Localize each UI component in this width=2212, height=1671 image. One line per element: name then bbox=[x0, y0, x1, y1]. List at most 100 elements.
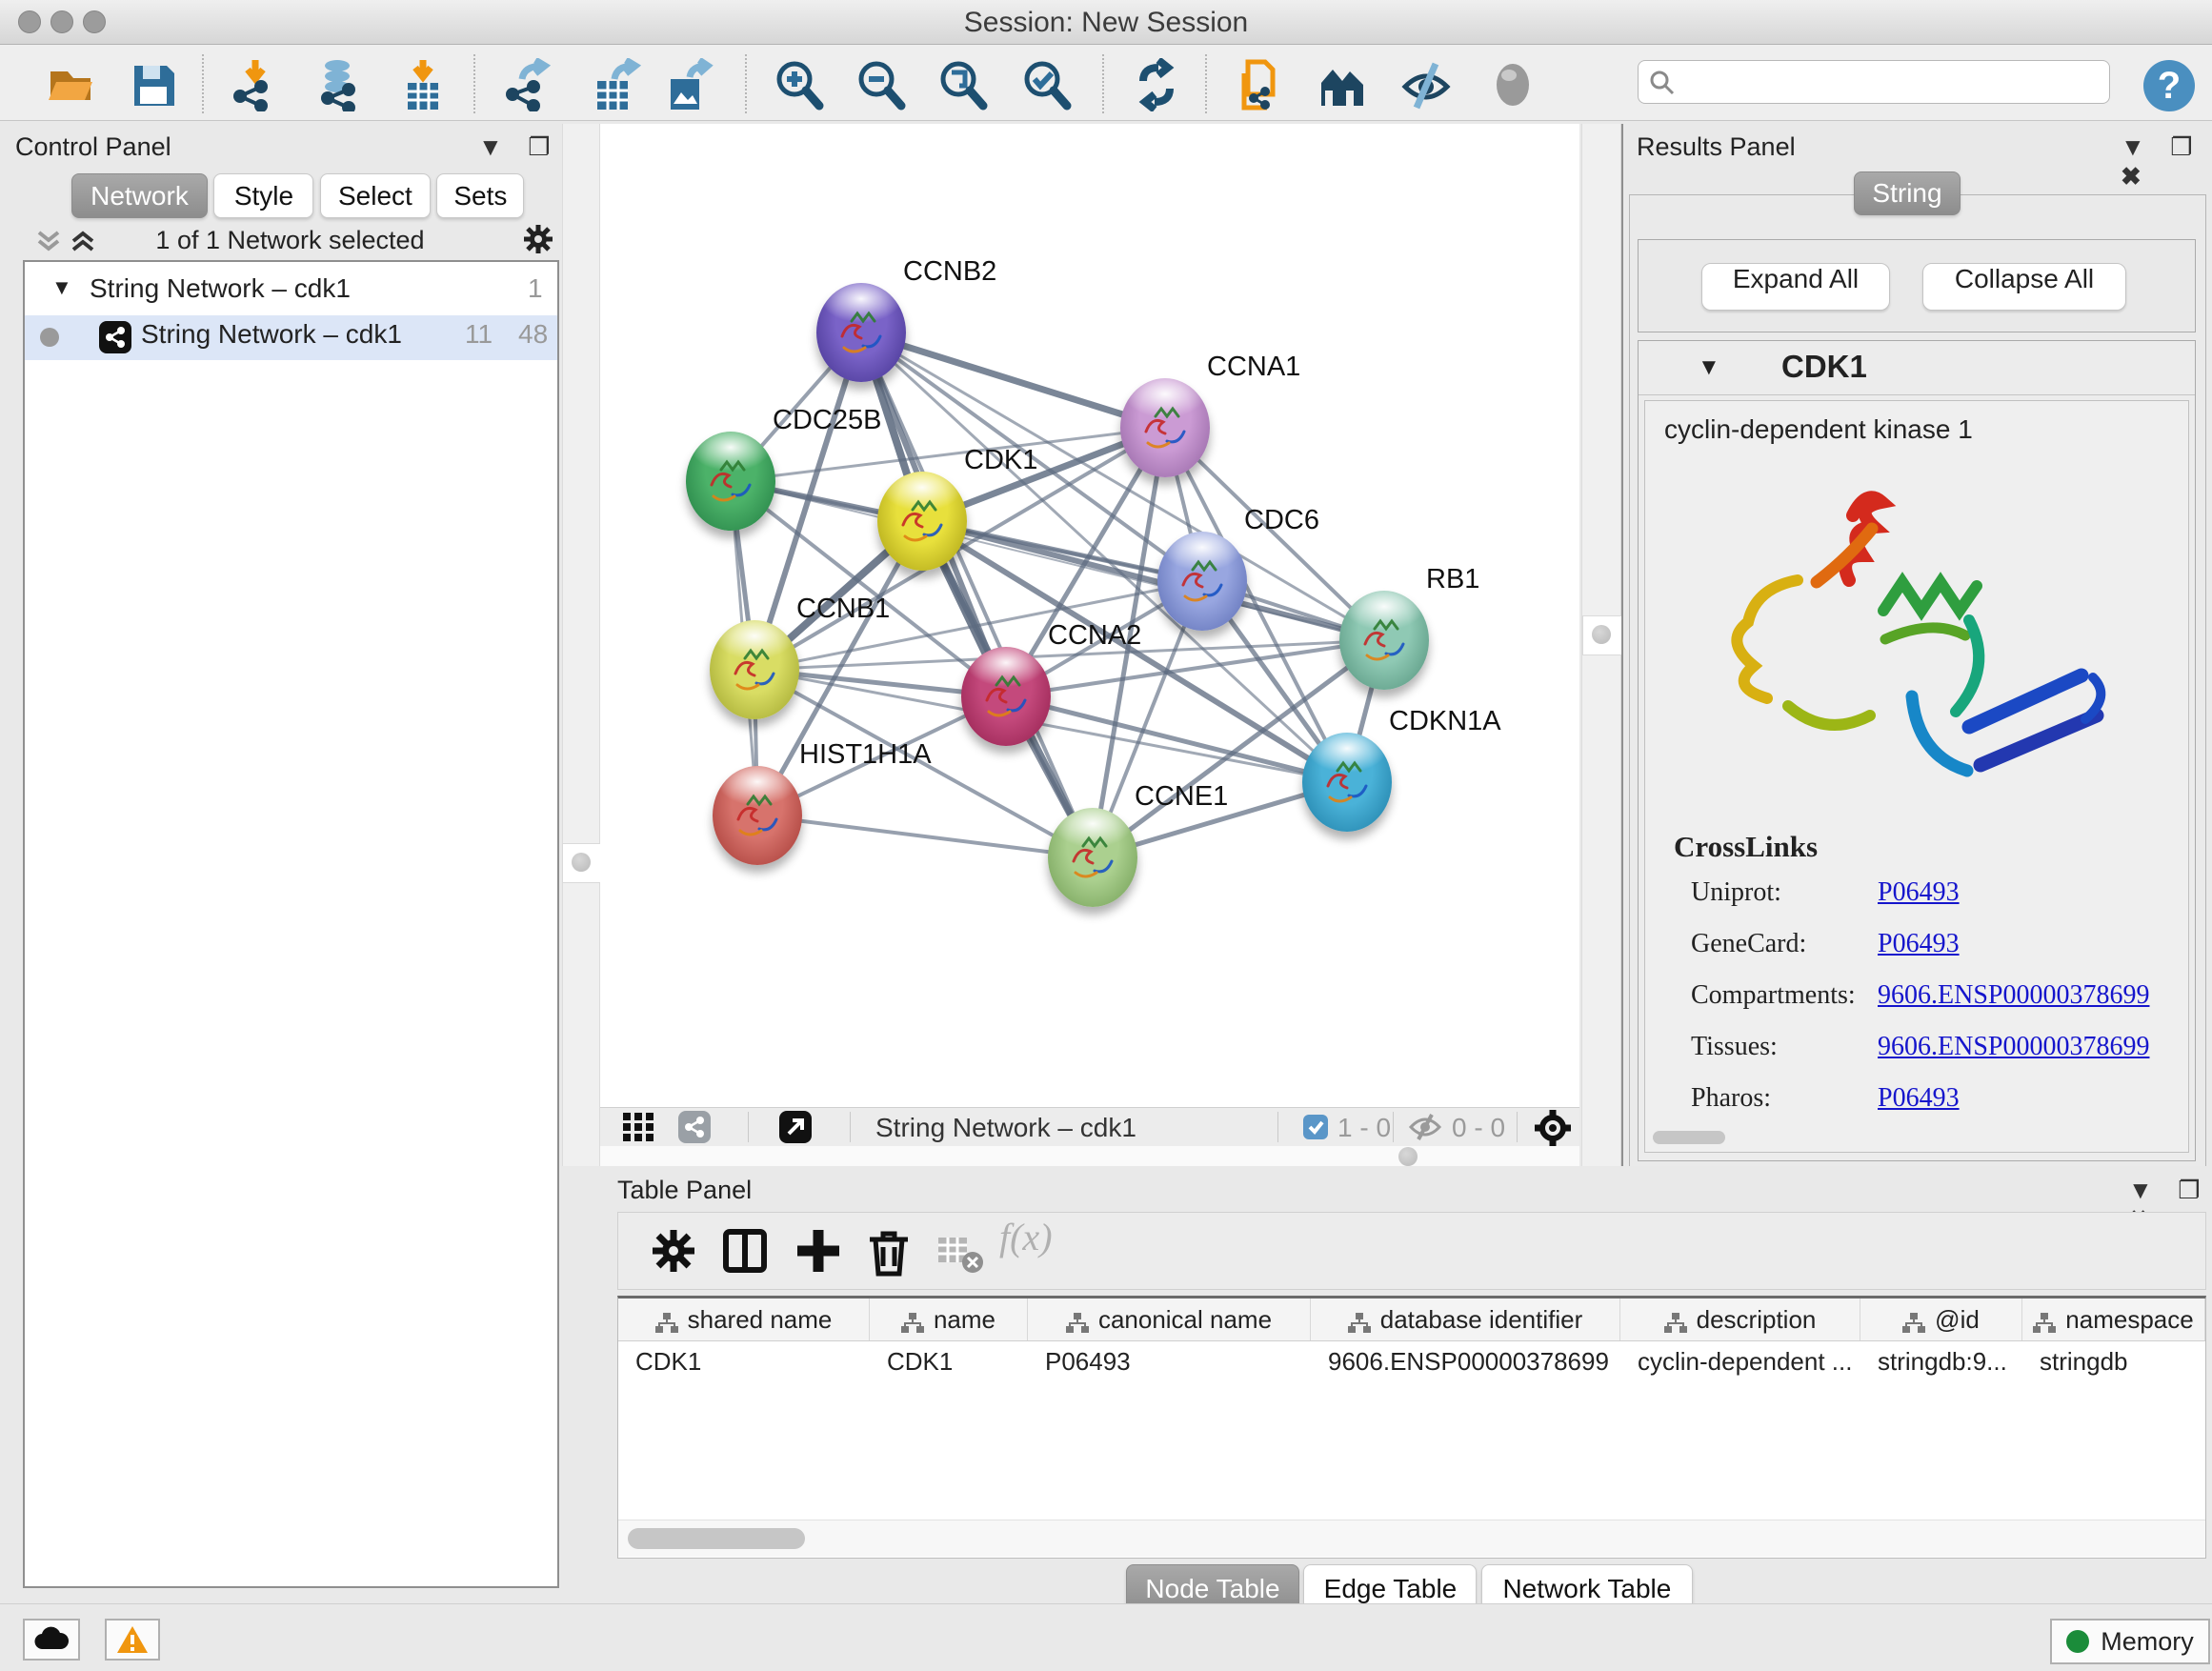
tab-sets[interactable]: Sets bbox=[436, 173, 524, 218]
table-cell[interactable]: stringdb bbox=[2022, 1340, 2205, 1382]
horizontal-divider[interactable] bbox=[600, 1146, 1579, 1166]
cloud-status-button[interactable] bbox=[23, 1619, 80, 1661]
results-hscrollbar[interactable] bbox=[1653, 1131, 1725, 1144]
tab-select[interactable]: Select bbox=[320, 173, 431, 218]
help-button[interactable]: ? bbox=[2143, 60, 2195, 111]
zoom-fit-icon[interactable] bbox=[935, 58, 989, 111]
import-network-icon[interactable] bbox=[229, 58, 282, 111]
node-CCNE1[interactable] bbox=[1048, 808, 1137, 907]
edge-HIST1H1A-CCNE1[interactable] bbox=[757, 815, 1093, 857]
gene-header[interactable]: ▼ CDK1 bbox=[1639, 341, 2195, 395]
memory-button[interactable]: Memory bbox=[2050, 1619, 2210, 1664]
copy-document-icon[interactable] bbox=[1235, 58, 1288, 111]
node-table[interactable]: shared namenamecanonical namedatabase id… bbox=[617, 1296, 2206, 1559]
scrollbar-thumb[interactable] bbox=[628, 1528, 805, 1549]
network-row-selected[interactable]: String Network – cdk1 11 48 bbox=[25, 315, 557, 360]
edge-CCNB2-CCNE1[interactable] bbox=[861, 332, 1093, 857]
import-database-icon[interactable] bbox=[312, 58, 366, 111]
import-table-icon[interactable] bbox=[396, 58, 450, 111]
float-panel-icon[interactable]: ❐ bbox=[2170, 132, 2192, 162]
tab-style[interactable]: Style bbox=[213, 173, 313, 218]
node-label-CDC25B: CDC25B bbox=[773, 405, 881, 436]
close-panel-icon[interactable]: ✖ bbox=[2121, 162, 2142, 191]
divider-handle[interactable] bbox=[562, 843, 602, 883]
node-CCNA1[interactable] bbox=[1120, 378, 1210, 477]
crosslink-link[interactable]: P06493 bbox=[1878, 929, 1960, 959]
network-share-view-icon[interactable] bbox=[678, 1111, 711, 1143]
show-columns-icon[interactable] bbox=[718, 1224, 772, 1278]
crosslink-link[interactable]: P06493 bbox=[1878, 877, 1960, 908]
column-header--id[interactable]: @id bbox=[1860, 1299, 2022, 1340]
export-table-icon[interactable] bbox=[590, 58, 643, 111]
divider-handle[interactable] bbox=[1398, 1147, 1418, 1166]
collapse-all-button[interactable]: Collapse All bbox=[1922, 263, 2126, 311]
tab-string[interactable]: String bbox=[1854, 171, 1961, 215]
right-panel-divider[interactable] bbox=[1581, 124, 1621, 1166]
zoom-selected-icon[interactable] bbox=[1019, 58, 1073, 111]
first-neighbors-icon[interactable] bbox=[1317, 58, 1371, 111]
warning-status-button[interactable] bbox=[105, 1619, 160, 1661]
table-cell[interactable]: CDK1 bbox=[870, 1340, 1028, 1382]
left-panel-divider[interactable] bbox=[562, 124, 600, 1166]
gene-expand-icon[interactable]: ▼ bbox=[1698, 354, 1720, 381]
zoom-in-icon[interactable] bbox=[772, 58, 825, 111]
node-CDC6[interactable] bbox=[1157, 532, 1247, 631]
column-header-namespace[interactable]: namespace bbox=[2022, 1299, 2205, 1340]
table-cell[interactable]: P06493 bbox=[1028, 1340, 1311, 1382]
node-CDK1[interactable] bbox=[877, 472, 967, 571]
toolbar-separator bbox=[748, 1112, 749, 1142]
collection-expand-icon[interactable]: ▼ bbox=[51, 275, 72, 300]
expand-all-button[interactable]: Expand All bbox=[1701, 263, 1890, 311]
delete-column-icon[interactable] bbox=[862, 1224, 915, 1278]
node-CCNA2[interactable] bbox=[961, 647, 1051, 746]
crosslink-link[interactable]: 9606.ENSP00000378699 bbox=[1878, 1032, 2149, 1062]
table-hscrollbar[interactable] bbox=[618, 1520, 2205, 1557]
divider-handle[interactable] bbox=[1582, 615, 1622, 655]
panel-menu-icon[interactable]: ▼ bbox=[2121, 132, 2145, 162]
crosslink-link[interactable]: P06493 bbox=[1878, 1083, 1960, 1114]
table-settings-gear-icon[interactable] bbox=[647, 1224, 700, 1278]
hide-selected-icon[interactable] bbox=[1399, 58, 1453, 111]
table-cell[interactable]: stringdb:9... bbox=[1860, 1340, 2022, 1382]
edge-CCNB2-CCNA1[interactable] bbox=[861, 332, 1165, 428]
refresh-icon[interactable] bbox=[1130, 58, 1183, 111]
node-CCNB1[interactable] bbox=[710, 620, 799, 719]
float-panel-icon[interactable]: ❐ bbox=[2178, 1176, 2200, 1205]
tab-network[interactable]: Network bbox=[71, 173, 208, 218]
node-RB1[interactable] bbox=[1339, 591, 1429, 690]
detach-view-icon[interactable] bbox=[779, 1111, 812, 1143]
show-all-icon[interactable] bbox=[1486, 58, 1539, 111]
network-canvas[interactable]: CCNB2CCNA1CDC25BCDK1CDC6RB1CCNB1CCNA2CDK… bbox=[600, 124, 1579, 1107]
open-session-icon[interactable] bbox=[43, 58, 96, 111]
table-cell[interactable]: CDK1 bbox=[618, 1340, 870, 1382]
delete-table-icon[interactable] bbox=[933, 1224, 986, 1278]
node-CDKN1A[interactable] bbox=[1302, 733, 1392, 832]
column-header-database-identifier[interactable]: database identifier bbox=[1311, 1299, 1620, 1340]
table-cell[interactable]: cyclin-dependent ... bbox=[1620, 1340, 1860, 1382]
panel-menu-icon[interactable]: ▼ bbox=[478, 132, 503, 162]
grid-view-icon[interactable] bbox=[623, 1113, 667, 1141]
network-options-gear-icon[interactable] bbox=[522, 223, 554, 255]
search-input[interactable] bbox=[1638, 60, 2110, 104]
column-header-canonical-name[interactable]: canonical name bbox=[1028, 1299, 1311, 1340]
pan-crosshair-icon[interactable] bbox=[1534, 1109, 1572, 1147]
node-CDC25B[interactable] bbox=[686, 432, 775, 531]
toolbar-separator bbox=[473, 54, 475, 113]
network-collection-row[interactable]: ▼ String Network – cdk1 1 bbox=[25, 270, 557, 314]
function-builder-icon[interactable]: f(x) bbox=[999, 1215, 1104, 1268]
column-header-name[interactable]: name bbox=[870, 1299, 1028, 1340]
node-HIST1H1A[interactable] bbox=[713, 766, 802, 865]
table-cell[interactable]: 9606.ENSP00000378699 bbox=[1311, 1340, 1620, 1382]
zoom-out-icon[interactable] bbox=[854, 58, 907, 111]
column-header-shared-name[interactable]: shared name bbox=[618, 1299, 870, 1340]
node-CCNB2[interactable] bbox=[816, 283, 906, 382]
export-image-icon[interactable] bbox=[661, 58, 714, 111]
save-session-icon[interactable] bbox=[127, 58, 180, 111]
panel-menu-icon[interactable]: ▼ bbox=[2128, 1176, 2153, 1205]
selected-checkbox-icon[interactable] bbox=[1303, 1115, 1328, 1139]
column-header-description[interactable]: description bbox=[1620, 1299, 1860, 1340]
float-panel-icon[interactable]: ❐ bbox=[528, 132, 550, 162]
crosslink-link[interactable]: 9606.ENSP00000378699 bbox=[1878, 980, 2149, 1011]
add-column-icon[interactable] bbox=[792, 1224, 845, 1278]
export-network-icon[interactable] bbox=[503, 58, 556, 111]
